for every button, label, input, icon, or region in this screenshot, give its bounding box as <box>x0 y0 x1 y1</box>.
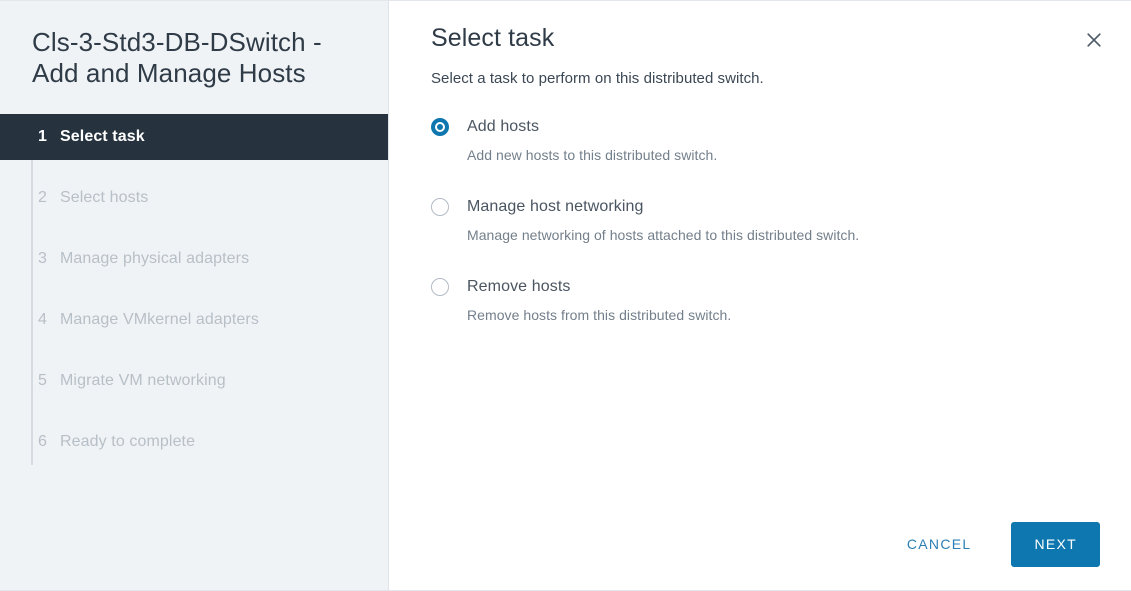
add-manage-hosts-wizard: Cls-3-Std3-DB-DSwitch - Add and Manage H… <box>0 0 1131 591</box>
task-option: Manage host networking Manage networking … <box>431 198 1097 243</box>
wizard-step-label: Select hosts <box>60 189 149 206</box>
wizard-step-list: 1 Select task 2 Select hosts 3 Manage physica… <box>0 114 388 465</box>
wizard-step-label: Migrate VM networking <box>60 372 226 389</box>
wizard-step-2[interactable]: 2 Select hosts <box>0 175 388 221</box>
next-button[interactable]: NEXT <box>1011 521 1100 567</box>
wizard-step-number: 6 <box>38 433 47 450</box>
close-button[interactable] <box>1079 25 1109 55</box>
task-radio-label: Manage host networking <box>467 198 644 215</box>
wizard-step-number: 5 <box>38 372 47 389</box>
wizard-step-number: 4 <box>38 311 47 328</box>
wizard-step-label: Manage physical adapters <box>60 250 250 267</box>
wizard-step-5[interactable]: 5 Migrate VM networking <box>0 358 388 404</box>
wizard-step-number: 3 <box>38 250 47 267</box>
task-radio-description: Remove hosts from this distributed switc… <box>467 307 732 323</box>
wizard-step-label: Select task <box>60 128 145 145</box>
wizard-main-panel: Select task Select a task to perform on … <box>389 1 1131 590</box>
task-radio-description: Add new hosts to this distributed switch… <box>467 147 718 163</box>
wizard-step-1[interactable]: 1 Select task <box>0 114 388 160</box>
radio-selected-icon[interactable] <box>431 118 449 136</box>
wizard-title: Cls-3-Std3-DB-DSwitch - Add and Manage H… <box>32 27 322 88</box>
wizard-sidebar: Cls-3-Std3-DB-DSwitch - Add and Manage H… <box>0 1 389 590</box>
task-radio-group[interactable]: Add hosts Add new hosts to this distribut… <box>389 87 1131 323</box>
wizard-step-label: Ready to complete <box>60 433 196 450</box>
radio-unselected-icon[interactable] <box>431 198 449 216</box>
page-title: Select task <box>431 24 555 52</box>
wizard-footer: CANCEL NEXT <box>389 498 1131 590</box>
panel-subtitle: Select a task to perform on this distrib… <box>431 70 764 87</box>
wizard-step-3[interactable]: 3 Manage physical adapters <box>0 236 388 282</box>
cancel-button[interactable]: CANCEL <box>893 526 986 562</box>
panel-header: Select task Select a task to perform on … <box>389 1 1131 87</box>
close-icon <box>1085 31 1103 49</box>
wizard-step-label: Manage VMkernel adapters <box>60 311 259 328</box>
task-option: Add hosts Add new hosts to this distribut… <box>431 118 1097 163</box>
task-radio-label: Remove hosts <box>467 278 571 295</box>
task-radio-0[interactable]: Add hosts <box>431 118 1097 136</box>
wizard-step-number: 2 <box>38 189 47 206</box>
task-radio-label: Add hosts <box>467 118 540 135</box>
wizard-step-number: 1 <box>38 128 47 145</box>
wizard-step-6[interactable]: 6 Ready to complete <box>0 419 388 465</box>
task-option: Remove hosts Remove hosts from this distr… <box>431 278 1097 323</box>
task-radio-description: Manage networking of hosts attached to t… <box>467 227 860 243</box>
wizard-step-4[interactable]: 4 Manage VMkernel adapters <box>0 297 388 343</box>
task-radio-1[interactable]: Manage host networking <box>431 198 1097 216</box>
radio-unselected-icon[interactable] <box>431 278 449 296</box>
task-radio-2[interactable]: Remove hosts <box>431 278 1097 296</box>
